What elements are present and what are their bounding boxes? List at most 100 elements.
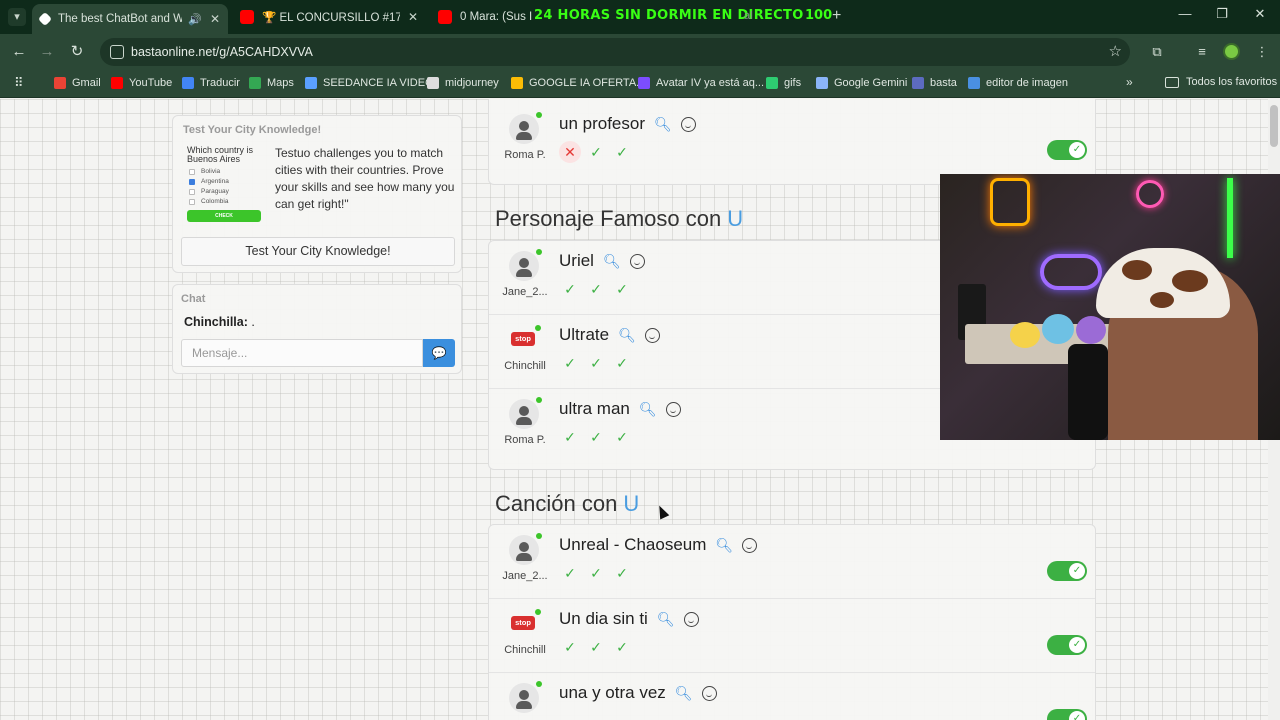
quiz-option: Argentina	[187, 178, 267, 185]
emoji-react-icon[interactable]	[680, 116, 696, 132]
stream-overlay-count: 100	[805, 8, 833, 23]
media-control-icon[interactable]: ≡	[1193, 43, 1211, 61]
avatar-body	[516, 553, 532, 561]
avatar-head	[519, 406, 529, 416]
vote-ok-icon[interactable]: ✓	[585, 636, 607, 658]
validity-toggle[interactable]: ✓	[1047, 561, 1087, 581]
bookmark-item[interactable]: Gmail	[54, 77, 101, 89]
close-tab-icon[interactable]: ✕	[408, 10, 418, 24]
minimize-icon[interactable]: —	[1170, 6, 1200, 21]
section-title-cancion: Canción con U	[495, 491, 639, 517]
bookmark-star-icon[interactable]: ☆	[1109, 42, 1122, 60]
new-tab-icon[interactable]: +	[832, 7, 841, 25]
vote-ok-icon[interactable]: ✓	[611, 636, 633, 658]
bookmark-item[interactable]: Traducir	[182, 77, 240, 89]
vote-ok-icon[interactable]: ✓	[585, 562, 607, 584]
answer-word-text: un profesor	[559, 114, 645, 133]
search-icon[interactable]: 🔍︎	[618, 327, 636, 344]
avatar-body	[516, 269, 532, 277]
vote-list: ✓ ✓ ✓	[559, 426, 637, 448]
extensions-icon[interactable]: ⧉	[1148, 43, 1166, 61]
close-window-icon[interactable]: ✕	[1245, 6, 1275, 22]
validity-toggle[interactable]: ✓	[1047, 140, 1087, 160]
bookmark-item[interactable]: editor de imagen	[968, 77, 1068, 89]
speaker-icon[interactable]: 🔊	[188, 13, 202, 26]
vote-ok-icon[interactable]: ✓	[559, 426, 581, 448]
search-icon[interactable]: 🔍︎	[639, 401, 657, 418]
vote-list: ✓ ✓ ✓	[559, 278, 637, 300]
bookmark-item[interactable]: GOOGLE IA OFERTA...	[511, 77, 645, 89]
restore-icon[interactable]: ❐	[1207, 6, 1237, 22]
neon-sign-icon	[1136, 180, 1164, 208]
vote-ok-icon[interactable]: ✓	[611, 352, 633, 374]
online-status-icon	[536, 681, 542, 687]
search-icon[interactable]: 🔍︎	[657, 611, 675, 628]
answer-word: un profesor 🔍︎	[559, 114, 696, 134]
scrollbar-thumb[interactable]	[1270, 105, 1278, 147]
online-status-icon	[536, 249, 542, 255]
bookmark-item[interactable]: YouTube	[111, 77, 172, 89]
emoji-react-icon[interactable]	[701, 685, 717, 701]
reload-icon[interactable]: ↻	[67, 42, 87, 62]
address-bar[interactable]: bastaonline.net/g/A5CAHDXVVA ☆	[100, 38, 1130, 66]
vote-ok-icon[interactable]: ✓	[585, 426, 607, 448]
all-bookmarks-folder[interactable]: Todos los favoritos	[1165, 76, 1277, 88]
profile-avatar[interactable]	[1223, 43, 1240, 60]
forward-icon[interactable]: →	[37, 42, 57, 62]
close-tab-icon[interactable]: ✕	[210, 12, 220, 26]
bookmark-item[interactable]: midjourney	[427, 77, 499, 89]
youtube-favicon-icon	[438, 10, 452, 24]
tab-chatbot[interactable]: The best ChatBot and Widg 🔊 ✕	[32, 4, 228, 34]
emoji-react-icon[interactable]	[629, 253, 645, 269]
vote-ok-icon[interactable]: ✓	[611, 426, 633, 448]
bookmark-favicon-icon	[638, 77, 650, 89]
vote-ok-icon[interactable]: ✓	[559, 636, 581, 658]
chat-send-button[interactable]: 💬	[423, 339, 455, 367]
vote-ok-icon[interactable]: ✓	[585, 141, 607, 163]
bookmark-label: Maps	[267, 77, 294, 89]
chat-input[interactable]: Mensaje...	[181, 339, 423, 367]
emoji-react-icon[interactable]	[644, 327, 660, 343]
emoji-react-icon[interactable]	[742, 537, 758, 553]
user-avatar-icon	[509, 533, 542, 565]
validity-toggle[interactable]: ✓	[1047, 635, 1087, 655]
vote-ok-icon[interactable]: ✓	[559, 278, 581, 300]
tab-concursillo[interactable]: 🏆 EL CONCURSILLO #17 ft. Or ✕	[232, 4, 426, 30]
site-info-icon[interactable]	[110, 45, 124, 59]
back-icon[interactable]: ←	[9, 42, 29, 62]
url-text[interactable]: bastaonline.net/g/A5CAHDXVVA	[131, 45, 313, 59]
validity-toggle[interactable]: ✓	[1047, 709, 1087, 720]
neon-sign-icon	[990, 178, 1030, 226]
cap-spot-shape	[1150, 292, 1174, 308]
online-status-icon	[535, 609, 541, 615]
bookmark-item[interactable]: Google Gemini	[816, 77, 907, 89]
avatar-head	[519, 258, 529, 268]
search-icon[interactable]: 🔍︎	[675, 685, 693, 702]
bookmark-item[interactable]: Avatar IV ya está aq...	[638, 77, 764, 89]
vote-list: ✓ ✓ ✓	[559, 562, 637, 584]
bookmark-item[interactable]: basta	[912, 77, 957, 89]
search-icon[interactable]: 🔍︎	[715, 537, 733, 554]
search-icon[interactable]: 🔍︎	[654, 116, 672, 133]
promo-button[interactable]: Test Your City Knowledge!	[181, 237, 455, 266]
menu-icon[interactable]: ⋮	[1253, 43, 1271, 61]
bookmark-item[interactable]: SEEDANCE IA VIDEO	[305, 77, 434, 89]
vote-ok-icon[interactable]: ✓	[585, 278, 607, 300]
apps-grid-icon[interactable]: ⠿	[14, 76, 28, 90]
vote-ok-icon[interactable]: ✓	[559, 352, 581, 374]
vote-reject-icon[interactable]: ✕	[559, 141, 581, 163]
bookmark-item[interactable]: gifs	[766, 77, 801, 89]
emoji-react-icon[interactable]	[665, 401, 681, 417]
more-bookmarks-icon[interactable]: »	[1126, 75, 1133, 89]
vote-ok-icon[interactable]: ✓	[611, 278, 633, 300]
bookmark-item[interactable]: Maps	[249, 77, 294, 89]
search-icon[interactable]: 🔍︎	[603, 253, 621, 270]
vote-ok-icon[interactable]: ✓	[611, 141, 633, 163]
tab-search-icon[interactable]: ▾	[8, 8, 26, 26]
quiz-option: Colombia	[187, 198, 267, 205]
vote-ok-icon[interactable]: ✓	[611, 562, 633, 584]
vote-ok-icon[interactable]: ✓	[585, 352, 607, 374]
tab-mara[interactable]: 0 Mara: (Sus Inici	[430, 4, 540, 30]
emoji-react-icon[interactable]	[683, 611, 699, 627]
vote-ok-icon[interactable]: ✓	[559, 562, 581, 584]
